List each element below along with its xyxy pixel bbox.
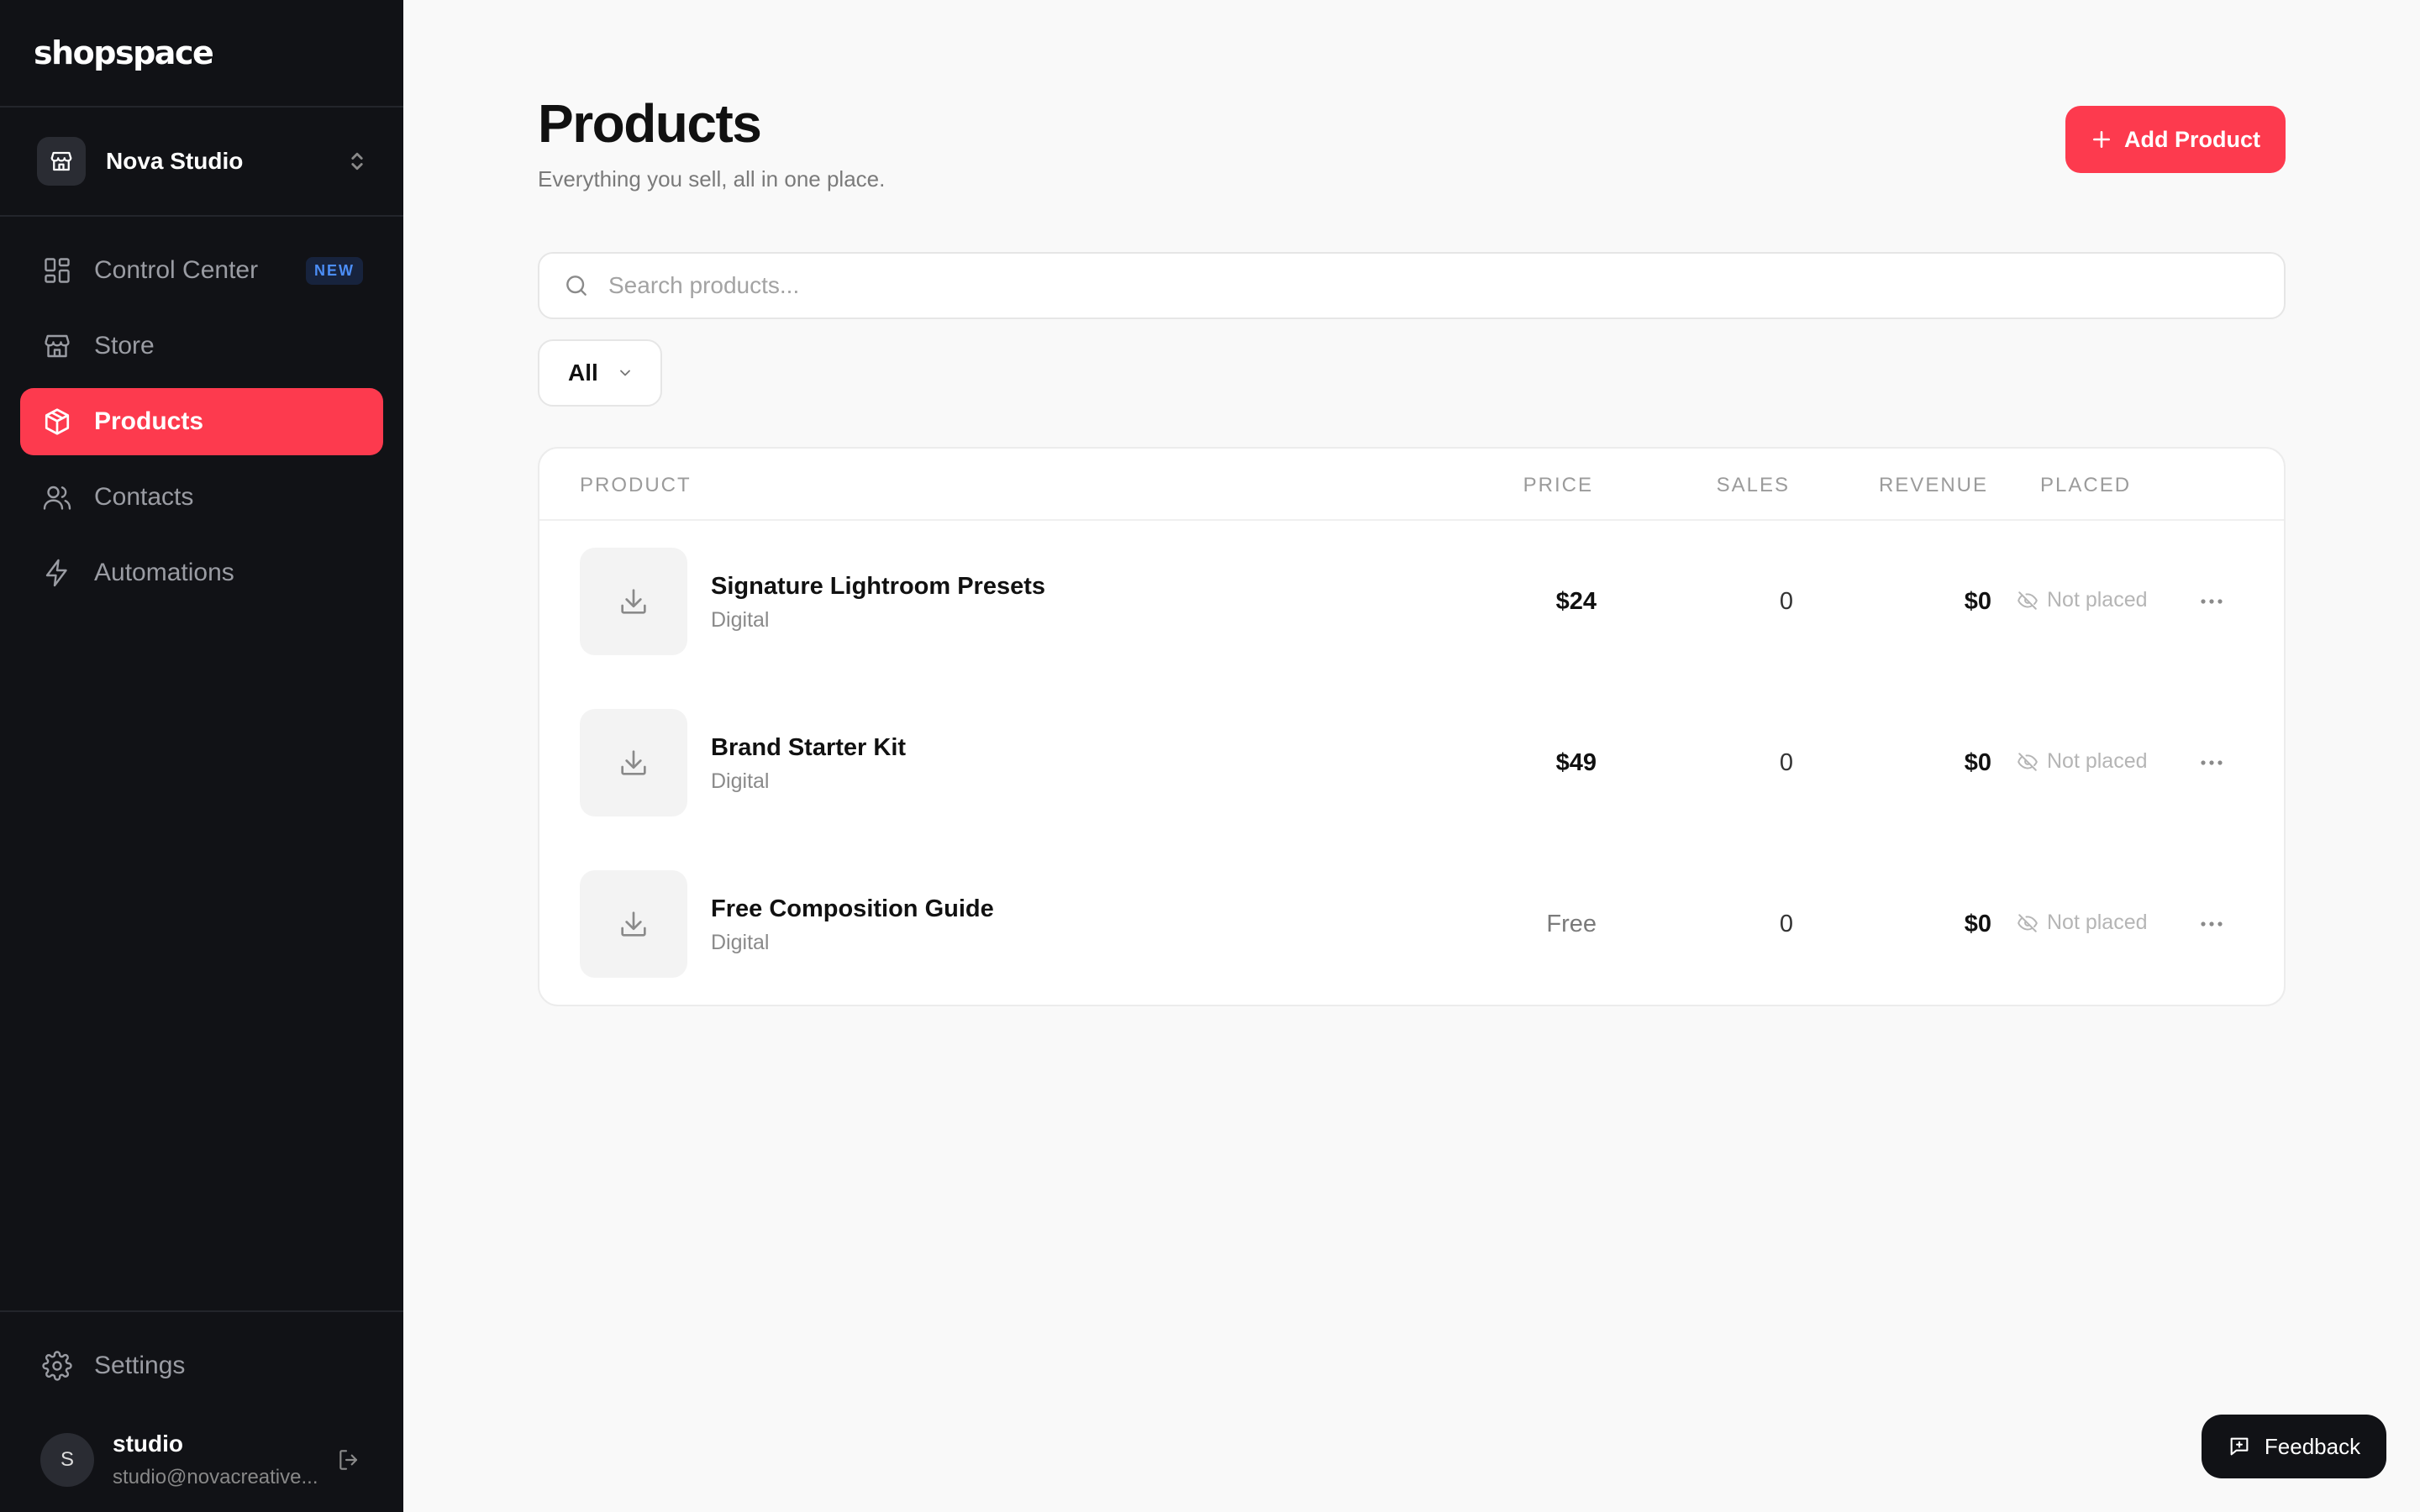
store-icon xyxy=(37,137,86,186)
column-header-sales: SALES xyxy=(1716,474,1790,496)
product-price: $49 xyxy=(1555,749,1597,776)
sidebar-footer: Settings S studio studio@novacreative... xyxy=(0,1310,403,1512)
logo-area: shopspace xyxy=(0,0,403,108)
user-email: studio@novacreative... xyxy=(113,1466,318,1488)
product-type: Digital xyxy=(711,931,770,954)
product-sales: 0 xyxy=(1779,588,1793,615)
sidebar-item-label: Store xyxy=(94,332,155,360)
sidebar-item-store[interactable]: Store xyxy=(20,312,383,380)
sidebar-item-contacts[interactable]: Contacts xyxy=(20,464,383,531)
product-revenue: $0 xyxy=(1964,749,1991,776)
product-price: Free xyxy=(1546,911,1597,937)
search-bar xyxy=(538,252,2286,319)
sidebar-item-label: Contacts xyxy=(94,483,194,511)
store-switcher[interactable]: Nova Studio xyxy=(0,108,403,217)
filter-dropdown[interactable]: All xyxy=(538,339,662,407)
column-header-price: PRICE xyxy=(1523,474,1593,496)
more-options-icon[interactable] xyxy=(2195,586,2228,617)
user-name: studio xyxy=(113,1431,183,1457)
logout-icon[interactable] xyxy=(336,1446,363,1473)
column-header-revenue: REVENUE xyxy=(1878,474,1988,496)
product-type: Digital xyxy=(711,608,770,632)
app-logo[interactable]: shopspace xyxy=(34,34,214,71)
page-title: Products xyxy=(538,93,762,154)
placed-status: Not placed xyxy=(2017,588,2148,612)
placed-label: Not placed xyxy=(2047,588,2148,612)
new-badge: NEW xyxy=(306,256,363,285)
sidebar-item-label: Automations xyxy=(94,559,234,586)
eye-off-icon xyxy=(2018,752,2038,771)
table-row[interactable]: Free Composition Guide Digital Free 0 $0… xyxy=(539,843,2284,1005)
sidebar-item-label: Products xyxy=(94,407,204,435)
download-icon xyxy=(580,709,687,816)
products-table: PRODUCT PRICE SALES REVENUE PLACED Signa… xyxy=(538,447,2286,1006)
feedback-label: Feedback xyxy=(2264,1433,2361,1459)
plus-icon xyxy=(2093,131,2110,148)
placed-status: Not placed xyxy=(2017,911,2148,935)
add-product-button[interactable]: Add Product xyxy=(2065,106,2286,173)
avatar: S xyxy=(40,1433,94,1487)
sidebar-item-automations[interactable]: Automations xyxy=(20,539,383,606)
page-subtitle: Everything you sell, all in one place. xyxy=(538,166,886,192)
column-header-placed: PLACED xyxy=(2040,474,2132,496)
user-profile[interactable]: S studio studio@novacreative... xyxy=(20,1408,383,1512)
placed-label: Not placed xyxy=(2047,911,2148,934)
eye-off-icon xyxy=(2018,913,2038,932)
user-info: studio studio@novacreative... xyxy=(113,1431,336,1489)
column-header-product: PRODUCT xyxy=(580,474,692,496)
sidebar: shopspace Nova Studio Control Center NEW xyxy=(0,0,403,1512)
product-name[interactable]: Signature Lightroom Presets xyxy=(711,573,1045,601)
search-input[interactable] xyxy=(608,272,2284,299)
product-type: Digital xyxy=(711,769,770,793)
eye-off-icon xyxy=(2018,591,2038,610)
filter-selected: All xyxy=(568,360,598,386)
product-revenue: $0 xyxy=(1964,588,1991,615)
product-revenue: $0 xyxy=(1964,911,1991,937)
message-icon xyxy=(2230,1437,2249,1456)
table-header: PRODUCT PRICE SALES REVENUE PLACED xyxy=(539,449,2284,521)
sidebar-item-label: Settings xyxy=(94,1352,186,1379)
sidebar-item-products[interactable]: Products xyxy=(20,388,383,455)
storefront-icon xyxy=(40,329,74,363)
placed-status: Not placed xyxy=(2017,749,2148,774)
sidebar-item-label: Control Center xyxy=(94,256,259,284)
sidebar-item-control-center[interactable]: Control Center NEW xyxy=(20,237,383,304)
users-icon xyxy=(40,480,74,514)
gear-icon xyxy=(40,1349,74,1383)
table-row[interactable]: Brand Starter Kit Digital $49 0 $0 Not p… xyxy=(539,682,2284,843)
download-icon xyxy=(580,870,687,978)
store-name: Nova Studio xyxy=(106,148,244,174)
placed-label: Not placed xyxy=(2047,749,2148,773)
grid-icon xyxy=(40,254,74,287)
search-icon xyxy=(563,272,590,299)
add-product-label: Add Product xyxy=(2124,126,2260,152)
product-sales: 0 xyxy=(1779,911,1793,937)
product-price: $24 xyxy=(1555,588,1597,615)
product-name[interactable]: Free Composition Guide xyxy=(711,895,994,923)
product-name[interactable]: Brand Starter Kit xyxy=(711,734,906,762)
bolt-icon xyxy=(40,556,74,590)
more-options-icon[interactable] xyxy=(2195,909,2228,939)
chevron-updown-icon xyxy=(348,150,366,173)
feedback-button[interactable]: Feedback xyxy=(2202,1415,2386,1478)
more-options-icon[interactable] xyxy=(2195,748,2228,778)
chevron-down-icon xyxy=(617,365,634,381)
sidebar-nav: Control Center NEW Store Products Contac… xyxy=(0,217,403,1310)
product-sales: 0 xyxy=(1779,749,1793,776)
box-icon xyxy=(40,405,74,438)
download-icon xyxy=(580,548,687,655)
table-row[interactable]: Signature Lightroom Presets Digital $24 … xyxy=(539,521,2284,682)
sidebar-item-settings[interactable]: Settings xyxy=(20,1332,383,1399)
